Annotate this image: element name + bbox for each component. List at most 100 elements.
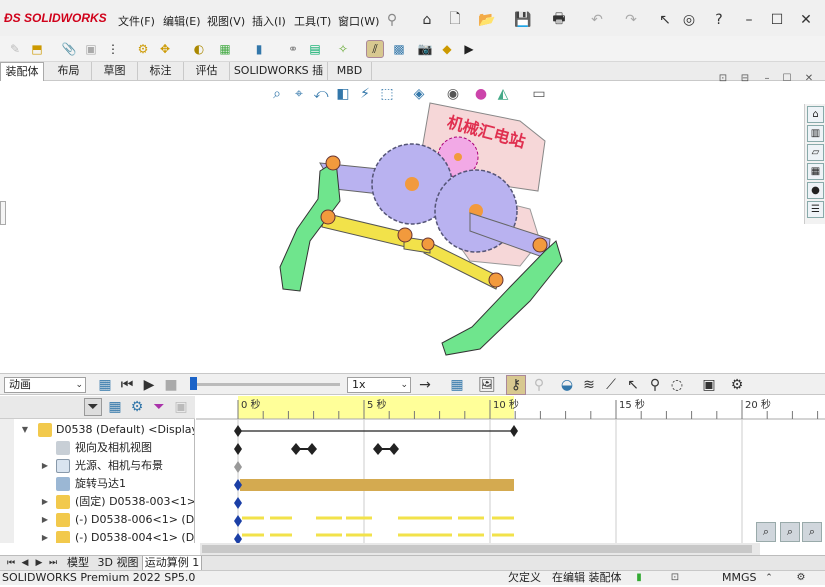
contact-icon[interactable]: ⚲ [646, 376, 664, 394]
animation-wizard-icon[interactable]: 🖼 [478, 376, 496, 394]
user-icon[interactable]: ◎ [680, 11, 698, 29]
print-icon[interactable]: 🖶 [550, 11, 568, 29]
play-icon[interactable]: ▶ [140, 376, 158, 394]
gravity-icon[interactable]: ◌ [668, 376, 686, 394]
edit-component-icon[interactable]: ✎ [6, 40, 24, 58]
more-arrow-icon[interactable]: ▶ [460, 40, 478, 58]
custom-properties-icon[interactable]: ☰ [807, 201, 824, 218]
smart-fasteners-icon[interactable]: ⚙ [134, 40, 152, 58]
tab-markup[interactable]: 标注 [138, 62, 184, 81]
tab-3d-views[interactable]: 3D 视图 [96, 556, 140, 571]
expander-icon[interactable]: ▶ [40, 493, 50, 511]
save-animation-icon[interactable]: ▦ [448, 376, 466, 394]
mate-icon[interactable]: 📎 [60, 40, 78, 58]
open-icon[interactable]: 📂 [478, 11, 496, 29]
tree-row-part[interactable]: ▶ (固定) D0538-003<1> -> [0, 493, 194, 511]
move-component-icon[interactable]: ✥ [156, 40, 174, 58]
motion-study-properties-icon[interactable]: ⚙ [728, 376, 746, 394]
zoom-out-icon[interactable]: ⌕ [780, 522, 800, 542]
minimize-icon[interactable]: – [740, 11, 758, 29]
menu-file[interactable]: 文件(F) [118, 13, 155, 29]
bill-of-materials-icon[interactable]: ▤ [306, 40, 324, 58]
tree-row-part[interactable]: ▶ (-) D0538-004<1> (Defa [0, 529, 194, 543]
results-plots-icon[interactable]: ▣ [700, 376, 718, 394]
menu-tools[interactable]: 工具(T) [294, 13, 331, 29]
status-info-icon[interactable]: ⊡ [666, 569, 684, 587]
tree-row-camera-views[interactable]: 视向及相机视图 [0, 439, 194, 457]
menu-insert[interactable]: 插入(I) [252, 13, 286, 29]
appearances-icon[interactable]: ● [807, 182, 824, 199]
graphics-area[interactable]: ⌕ ⌖ ⤺ ◧ ⚡ ⬚ ◈ ◉ ● ◭ ▭ ⊡ ⊟ – ☐ ✕ 机械汇电站 [0, 73, 813, 373]
tree-row-motor[interactable]: 旋转马达1 [0, 475, 194, 493]
timeline-scrollbar[interactable] [200, 543, 760, 555]
file-explorer-icon[interactable]: ▱ [807, 144, 824, 161]
linear-pattern-icon[interactable]: ⋮ [104, 40, 122, 58]
filter-results-icon[interactable]: ▣ [172, 398, 190, 416]
reference-geometry-icon[interactable]: ▮ [250, 40, 268, 58]
zoom-to-fit-timeline-icon[interactable]: ⌕ [802, 522, 822, 542]
resources-home-icon[interactable]: ⌂ [807, 106, 824, 123]
pin-icon[interactable]: ⚲ [383, 11, 401, 29]
exploded-view-icon[interactable]: ✧ [334, 40, 352, 58]
play-from-start-icon[interactable]: ⏮ [118, 376, 136, 394]
units-dropdown-icon[interactable]: ⌃ [760, 569, 778, 587]
playback-speed-select[interactable]: 1x ⌄ [347, 377, 411, 393]
tab-model[interactable]: 模型 [62, 556, 94, 571]
playback-mode-icon[interactable]: → [416, 376, 434, 394]
redo-icon[interactable]: ↷ [622, 11, 640, 29]
instant3d-icon[interactable]: ⫽ [366, 40, 384, 58]
help-icon[interactable]: ? [710, 11, 728, 29]
playback-slider-track[interactable] [190, 383, 340, 386]
tab-mbd[interactable]: MBD [328, 62, 372, 81]
show-hidden-icon[interactable]: ◐ [190, 40, 208, 58]
filter-driving-icon[interactable]: ⚙ [128, 398, 146, 416]
view-palette-icon[interactable]: ▦ [807, 163, 824, 180]
maximize-icon[interactable]: ☐ [768, 11, 786, 29]
undo-icon[interactable]: ↶ [588, 11, 606, 29]
timeline-area[interactable]: 0 秒5 秒 10 秒 15 秒 20 秒 ⌕ ⌕ ⌕ [196, 396, 825, 543]
tree-row-assembly[interactable]: ▼ D0538 (Default) <Display Sta [0, 421, 194, 439]
status-units[interactable]: MMGS [722, 571, 757, 585]
home-icon[interactable]: ⌂ [418, 11, 436, 29]
tab-assembly[interactable]: 装配体 [0, 62, 44, 81]
tab-layout[interactable]: 布局 [46, 62, 92, 81]
filter-selected-icon[interactable]: ⏷ [150, 398, 168, 416]
new-motion-study-icon[interactable]: ⚭ [284, 40, 302, 58]
save-icon[interactable]: 💾 [514, 11, 532, 29]
study-type-select[interactable]: 动画 ⌄ [4, 377, 86, 393]
menu-edit[interactable]: 编辑(E) [163, 13, 201, 29]
close-icon[interactable]: ✕ [797, 11, 815, 29]
menu-window[interactable]: 窗口(W) [338, 13, 379, 29]
rebuild-status-icon[interactable]: ▮ [630, 569, 648, 587]
update-speedpak-icon[interactable]: ▩ [390, 40, 408, 58]
motor-icon[interactable]: ◒ [558, 376, 576, 394]
spring-icon[interactable]: ≋ [580, 376, 598, 394]
tree-row-lights[interactable]: ▶ 光源、相机与布景 [0, 457, 194, 475]
tree-row-part[interactable]: ▶ (-) D0538-006<1> (Defa [0, 511, 194, 529]
tab-sketch[interactable]: 草图 [92, 62, 138, 81]
expander-icon[interactable]: ▶ [40, 511, 50, 529]
design-library-icon[interactable]: ▥ [807, 125, 824, 142]
filter-animated-icon[interactable]: ▦ [106, 398, 124, 416]
large-assembly-icon[interactable]: ◆ [438, 40, 456, 58]
insert-components-icon[interactable]: ⬒ [28, 40, 46, 58]
assembly-features-icon[interactable]: ▦ [216, 40, 234, 58]
expander-icon[interactable]: ▶ [40, 457, 50, 475]
new-doc-icon[interactable]: 🗋 [446, 11, 464, 29]
take-snapshot-icon[interactable]: 📷 [416, 40, 434, 58]
menu-view[interactable]: 视图(V) [207, 13, 245, 29]
calculate-icon[interactable]: ▦ [96, 376, 114, 394]
tab-evaluate[interactable]: 评估 [184, 62, 230, 81]
expander-icon[interactable]: ▶ [40, 529, 50, 543]
zoom-in-icon[interactable]: ⌕ [756, 522, 776, 542]
tab-motion-study-1[interactable]: 运动算例 1 [142, 556, 202, 571]
component-preview-icon[interactable]: ▣ [82, 40, 100, 58]
force-icon[interactable]: ↖ [624, 376, 642, 394]
tab-solidworks-addins[interactable]: SOLIDWORKS 插件 [230, 62, 328, 95]
autokey-icon[interactable]: ⚷ [506, 375, 526, 395]
add-key-icon[interactable]: ⚲ [530, 376, 548, 394]
timeline-scroll-thumb[interactable] [202, 545, 752, 553]
status-settings-icon[interactable]: ⚙ [792, 569, 810, 587]
select-arrow-icon[interactable]: ↖ [656, 11, 674, 29]
filter-icon[interactable]: ⏷ [84, 398, 102, 416]
